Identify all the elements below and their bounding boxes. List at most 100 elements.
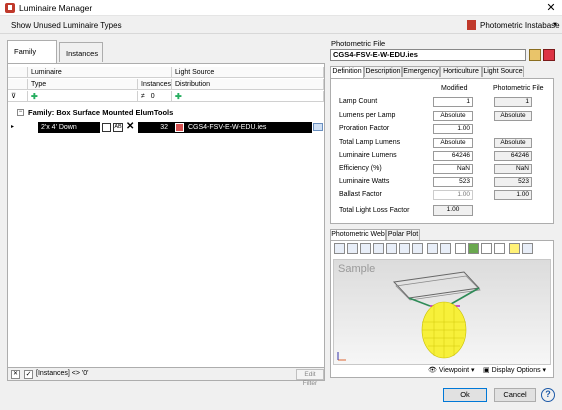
type-filter[interactable]: ✚	[28, 91, 138, 102]
luminaire-outline	[392, 271, 481, 309]
viewpoint-label: Viewpoint	[438, 367, 470, 374]
distribution-filter[interactable]: ✚	[172, 91, 324, 102]
lamp-count-input[interactable]: 1	[433, 97, 473, 107]
filter-enabled-checkbox[interactable]: ✓	[24, 370, 33, 379]
pan-icon[interactable]	[494, 243, 505, 254]
browse-folder-icon[interactable]	[313, 123, 323, 131]
photometric-file-input[interactable]: CGS4-FSV-E-W-EDU.ies	[330, 49, 526, 61]
delete-icon[interactable]: ✕	[126, 121, 134, 132]
add-filter-icon[interactable]: ✚	[175, 92, 182, 101]
zoom-icon[interactable]	[455, 243, 466, 254]
open-folder-icon[interactable]	[529, 49, 541, 61]
candela-distribution	[421, 301, 467, 359]
table-row[interactable]: ▸ 2'x 4' Down AB ✕ 32 CGS4-FSV-E-W-EDU.i…	[8, 121, 324, 133]
header-light-source: Light Source	[172, 67, 324, 78]
display-mode-icon[interactable]	[509, 243, 520, 254]
view-right-icon[interactable]	[373, 243, 384, 254]
total-llf-label: Total Light Loss Factor	[339, 207, 410, 214]
lamp-count-file: 1	[494, 97, 532, 107]
total-lamp-lumens-label: Total Lamp Lumens	[339, 139, 401, 146]
collapse-icon[interactable]: −	[17, 109, 24, 116]
window-title: Luminaire Manager	[19, 3, 93, 13]
tab-family-types[interactable]: Family Types	[7, 40, 57, 78]
instances-filter[interactable]: ≠ 0	[138, 91, 172, 102]
photometric-view-panel: Sample 👁 Viewpoint ▾ ▣ Display Options ▾	[330, 240, 554, 378]
tab-definition[interactable]: Definition	[330, 66, 364, 78]
clear-filter-icon[interactable]: ✕	[11, 370, 20, 379]
tab-description[interactable]: Description	[364, 66, 402, 77]
instabase-icon	[467, 20, 476, 30]
view-options-bar: 👁 Viewpoint ▾ ▣ Display Options ▾	[333, 366, 551, 377]
tab-polar-plot[interactable]: Polar Plot	[386, 229, 420, 240]
copy-icon[interactable]	[102, 123, 111, 132]
proration-factor-input[interactable]: 1.00	[433, 124, 473, 134]
tab-light-source[interactable]: Light Source	[482, 66, 524, 77]
luminaire-watts-label: Luminaire Watts	[339, 178, 390, 185]
luminaire-lumens-input[interactable]: 64246	[433, 151, 473, 161]
cancel-button[interactable]: Cancel	[494, 388, 536, 402]
view-front-icon[interactable]	[334, 243, 345, 254]
header-luminaire: Luminaire	[28, 67, 172, 78]
lumens-per-lamp-label: Lumens per Lamp	[339, 112, 396, 119]
header-spacer	[8, 79, 28, 90]
display-options-label: Display Options	[491, 367, 541, 374]
view-iso-icon[interactable]	[412, 243, 423, 254]
viewpoint-button[interactable]: 👁 Viewpoint ▾	[428, 366, 475, 374]
lumens-per-lamp-file: Absolute	[494, 111, 532, 121]
view-iso3-icon[interactable]	[440, 243, 451, 254]
show-unused-button[interactable]: Show Unused Luminaire Types	[11, 21, 122, 30]
add-filter-icon[interactable]: ✚	[31, 92, 38, 101]
view-left-icon[interactable]	[360, 243, 371, 254]
proration-factor-label: Proration Factor	[339, 125, 390, 132]
view-toolbar	[333, 243, 551, 256]
photometric-3d-viewport[interactable]: Sample	[333, 259, 551, 365]
chevron-down-icon[interactable]: ▼	[552, 22, 558, 28]
snapshot-icon[interactable]	[522, 243, 533, 254]
filter-bar: ✕ ✓ [Instances] <> '0' Edit Filter	[7, 367, 325, 387]
view-iso2-icon[interactable]	[427, 243, 438, 254]
tab-emergency[interactable]: Emergency	[402, 66, 440, 77]
instances-cell: 32	[138, 122, 172, 133]
type-cell[interactable]: 2'x 4' Down	[38, 122, 100, 133]
orbit-icon[interactable]	[468, 243, 479, 254]
view-bottom-icon[interactable]	[399, 243, 410, 254]
efficiency-input[interactable]: NaN	[433, 164, 473, 174]
view-top-icon[interactable]	[386, 243, 397, 254]
title-bar: Luminaire Manager ✕	[0, 0, 562, 16]
definition-panel: Modified Photometric File Lamp Count 1 1…	[330, 78, 554, 224]
family-group-row[interactable]: − Family: Box Surface Mounted ElumTools	[8, 107, 324, 118]
photometric-instabase-button[interactable]: Photometric Instabase	[480, 21, 560, 30]
lumens-per-lamp-input[interactable]: Absolute	[433, 111, 473, 121]
view-back-icon[interactable]	[347, 243, 358, 254]
tab-horticulture[interactable]: Horticulture	[440, 66, 482, 77]
axes-indicator	[337, 352, 346, 361]
walk-icon[interactable]	[481, 243, 492, 254]
total-lamp-lumens-input[interactable]: Absolute	[433, 138, 473, 148]
photometric-web-graphic	[337, 271, 481, 361]
rename-icon[interactable]: AB	[113, 123, 123, 132]
edit-filter-button[interactable]: Edit Filter	[296, 369, 324, 387]
photometric-file-label: Photometric File	[331, 39, 386, 48]
tab-instances[interactable]: Instances	[59, 42, 103, 62]
column-instances[interactable]: Instances	[138, 79, 172, 90]
filter-expression: [Instances] <> '0'	[36, 370, 89, 377]
luminaire-grid-panel: Luminaire Light Source Type Instances Di…	[7, 63, 325, 381]
ballast-factor-input[interactable]: 1.00	[433, 190, 473, 200]
column-distribution[interactable]: Distribution	[172, 79, 324, 90]
close-icon[interactable]: ✕	[542, 1, 560, 15]
lamp-count-label: Lamp Count	[339, 98, 378, 105]
clear-file-icon[interactable]	[543, 49, 555, 61]
ballast-factor-file: 1.00	[494, 190, 532, 200]
display-options-button[interactable]: ▣ Display Options ▾	[483, 366, 546, 374]
luminaire-watts-input[interactable]: 523	[433, 177, 473, 187]
luminaire-lumens-file: 64246	[494, 151, 532, 161]
distribution-cell[interactable]: CGS4-FSV-E-W-EDU.ies	[172, 122, 312, 133]
ok-button[interactable]: Ok	[443, 388, 487, 402]
header-spacer	[8, 67, 28, 78]
efficiency-file: NaN	[494, 164, 532, 174]
help-icon[interactable]: ?	[541, 388, 555, 402]
row-indicator-icon: ▸	[11, 124, 15, 130]
column-type[interactable]: Type	[28, 79, 138, 90]
total-lamp-lumens-file: Absolute	[494, 138, 532, 148]
ballast-factor-label: Ballast Factor	[339, 191, 382, 198]
